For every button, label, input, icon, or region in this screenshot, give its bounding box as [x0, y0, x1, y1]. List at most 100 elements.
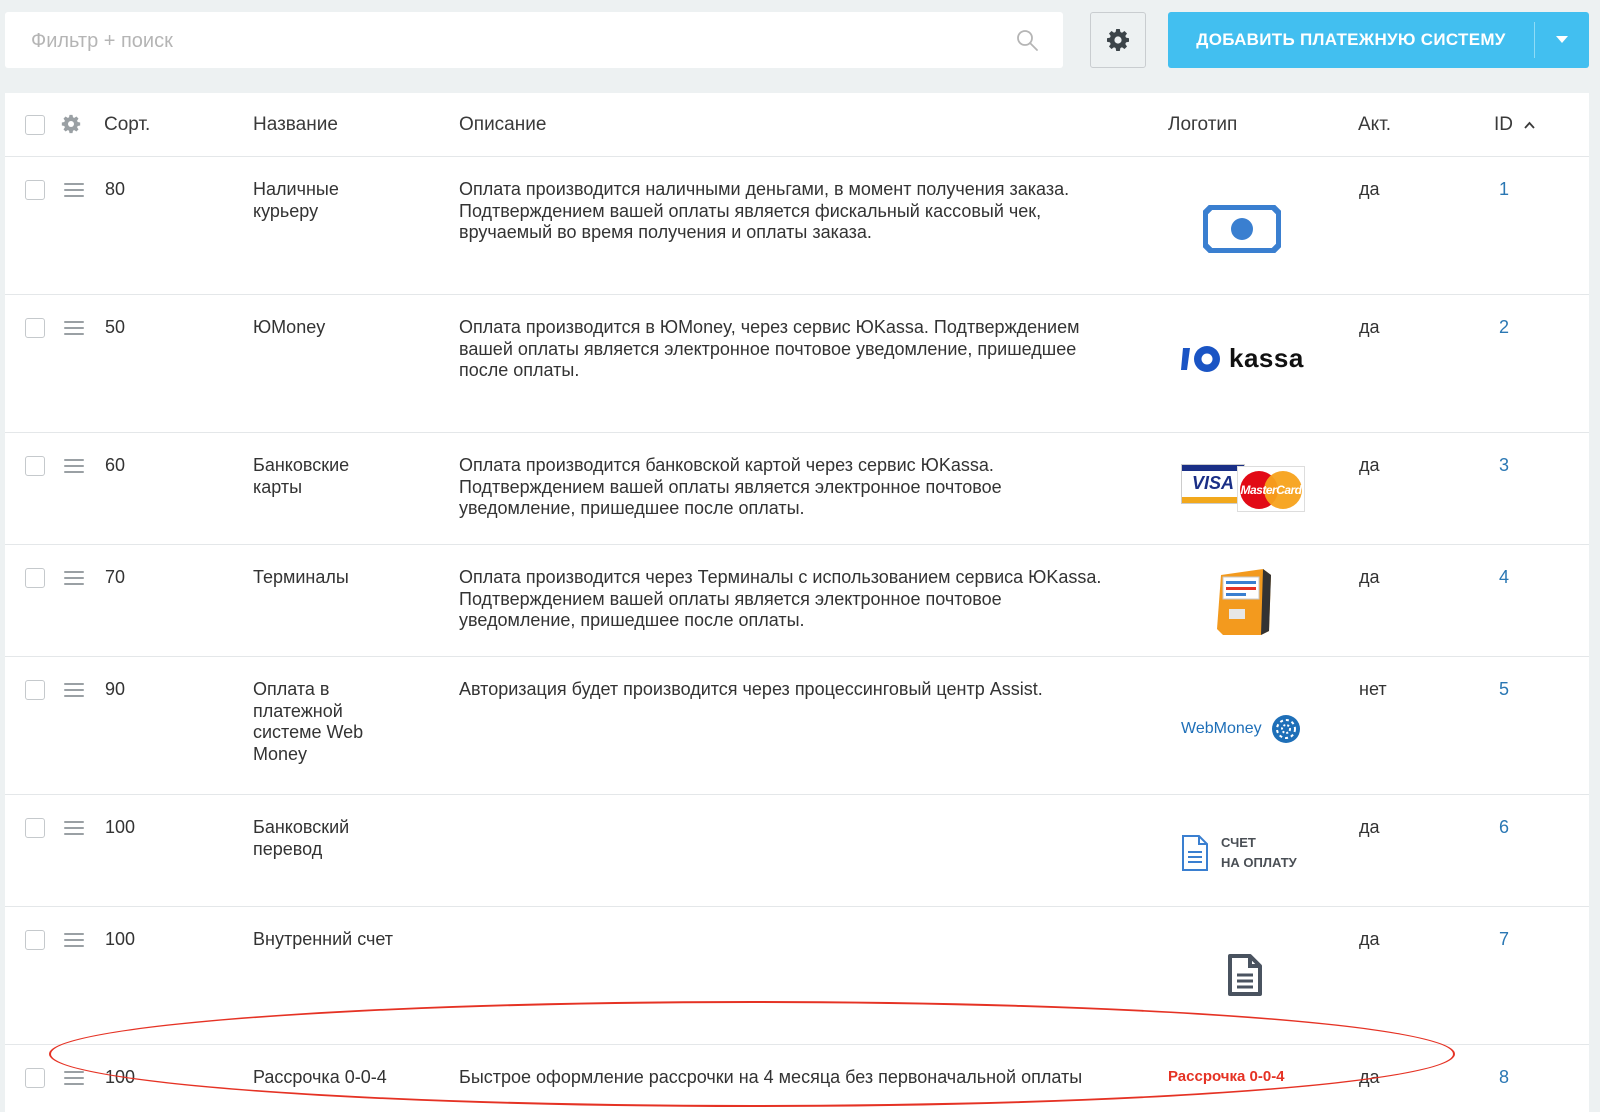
yoomoney-icon [1181, 345, 1220, 372]
column-header-id-label: ID [1494, 114, 1513, 135]
row-name: Рассрочка 0-0-4 [253, 1067, 387, 1087]
row-name: Оплата в платежной системе Web Money [253, 679, 364, 764]
terminal-icon [1217, 569, 1271, 635]
add-payment-system-button[interactable]: ДОБАВИТЬ ПЛАТЕЖНУЮ СИСТЕМУ [1168, 12, 1589, 68]
invoice-logo-line-2: НА ОПЛАТУ [1221, 855, 1297, 870]
row-sort: 100 [105, 817, 136, 837]
visa-text: VISA [1191, 473, 1234, 493]
row-id-link[interactable]: 7 [1499, 929, 1509, 951]
column-header-active[interactable]: Акт. [1358, 93, 1391, 157]
table-row[interactable]: 90 Оплата в платежной системе Web Money … [5, 657, 1589, 795]
row-description: Авторизация будет производится через про… [459, 679, 1043, 699]
row-id-link[interactable]: 8 [1499, 1067, 1509, 1089]
payment-systems-table: Сорт. Название Описание Логотип Акт. ID … [5, 93, 1589, 1112]
row-checkbox[interactable] [25, 180, 45, 200]
search-input[interactable] [29, 12, 993, 70]
row-description: Быстрое оформление рассрочки на 4 месяца… [459, 1067, 1083, 1087]
column-header-sort[interactable]: Сорт. [104, 93, 150, 157]
column-header-name[interactable]: Название [253, 93, 338, 157]
row-sort: 90 [105, 679, 126, 699]
yookassa-logo: kassa [1181, 343, 1304, 374]
column-header-description[interactable]: Описание [459, 93, 546, 157]
table-row[interactable]: 50 ЮMoney Оплата производится в ЮMoney, … [5, 295, 1589, 433]
row-id-link[interactable]: 1 [1499, 179, 1509, 201]
invoice-logo-line-1: СЧЕТ [1221, 835, 1256, 850]
row-active: да [1359, 817, 1380, 837]
row-sort: 100 [105, 929, 136, 949]
sort-ascending-icon [1524, 121, 1535, 129]
row-sort: 100 [105, 1067, 136, 1087]
webmoney-globe-icon [1271, 715, 1300, 743]
row-sort: 80 [105, 179, 126, 199]
row-description: Оплата производится в ЮMoney, через серв… [459, 317, 1080, 380]
drag-handle-icon[interactable] [64, 459, 84, 473]
table-row[interactable]: 60 Банковские карты Оплата производится … [5, 433, 1589, 545]
row-active: да [1359, 1067, 1380, 1087]
row-name: ЮMoney [253, 317, 326, 337]
row-description: Оплата производится через Терминалы с ис… [459, 567, 1102, 630]
table-row[interactable]: 80 Наличные курьеру Оплата производится … [5, 157, 1589, 295]
mastercard-text: MasterCard [1240, 483, 1302, 497]
row-checkbox[interactable] [25, 930, 45, 950]
row-name: Терминалы [253, 567, 349, 587]
table-header: Сорт. Название Описание Логотип Акт. ID [5, 93, 1589, 157]
drag-handle-icon[interactable] [64, 683, 84, 697]
visa-mastercard-logo: VISA MasterCard [1181, 458, 1307, 512]
row-checkbox[interactable] [25, 318, 45, 338]
webmoney-logo: WebMoney [1181, 713, 1302, 745]
row-description: Оплата производится наличными деньгами, … [459, 179, 1070, 242]
mastercard-card: MasterCard [1237, 466, 1305, 512]
row-active: да [1359, 179, 1380, 199]
drag-handle-icon[interactable] [64, 933, 84, 947]
row-id-link[interactable]: 6 [1499, 817, 1509, 839]
column-header-logo[interactable]: Логотип [1168, 93, 1237, 157]
drag-handle-icon[interactable] [64, 821, 84, 835]
webmoney-logo-text: WebMoney [1181, 720, 1262, 737]
table-row[interactable]: 100 Внутренний счет да 7 [5, 907, 1589, 1045]
row-active: да [1359, 317, 1380, 337]
drag-handle-icon[interactable] [64, 183, 84, 197]
search-field[interactable] [5, 12, 1063, 70]
row-id-link[interactable]: 5 [1499, 679, 1509, 701]
cash-icon [1203, 205, 1281, 253]
row-name: Наличные курьеру [253, 179, 339, 221]
table-row[interactable]: 100 Рассрочка 0-0-4 Быстрое оформление р… [5, 1045, 1589, 1112]
visa-card: VISA [1181, 464, 1245, 504]
row-active: да [1359, 567, 1380, 587]
drag-handle-icon[interactable] [64, 321, 84, 335]
row-checkbox[interactable] [25, 568, 45, 588]
column-header-id[interactable]: ID [1494, 93, 1535, 157]
search-icon[interactable] [1015, 28, 1039, 52]
row-id-link[interactable]: 3 [1499, 455, 1509, 477]
select-all-checkbox[interactable] [25, 115, 45, 135]
settings-button[interactable] [1090, 12, 1146, 68]
add-payment-system-label: ДОБАВИТЬ ПЛАТЕЖНУЮ СИСТЕМУ [1196, 30, 1506, 49]
drag-handle-icon[interactable] [64, 571, 84, 585]
row-checkbox[interactable] [25, 1068, 45, 1088]
installment-logo: Рассрочка 0-0-4 [1168, 1068, 1285, 1085]
row-checkbox[interactable] [25, 680, 45, 700]
row-active: да [1359, 455, 1380, 475]
table-row[interactable]: 100 Банковский перевод СЧЕТ НА ОПЛАТУ да… [5, 795, 1589, 907]
gear-icon [1107, 29, 1129, 51]
row-id-link[interactable]: 4 [1499, 567, 1509, 589]
dropdown-toggle[interactable] [1535, 36, 1589, 44]
chevron-down-icon [1556, 36, 1568, 43]
row-name: Внутренний счет [253, 929, 394, 949]
row-name: Банковский перевод [253, 817, 350, 859]
row-description: Оплата производится банковской картой че… [459, 455, 1002, 518]
document-icon [1228, 954, 1262, 996]
row-active: нет [1359, 679, 1387, 699]
row-sort: 70 [105, 567, 126, 587]
invoice-logo-text: СЧЕТ НА ОПЛАТУ [1221, 833, 1297, 873]
row-id-link[interactable]: 2 [1499, 317, 1509, 339]
table-row[interactable]: 70 Терминалы Оплата производится через Т… [5, 545, 1589, 657]
row-checkbox[interactable] [25, 818, 45, 838]
row-checkbox[interactable] [25, 456, 45, 476]
yookassa-logo-text: kassa [1229, 343, 1304, 373]
invoice-logo: СЧЕТ НА ОПЛАТУ [1181, 833, 1297, 873]
column-settings-gear-icon[interactable] [61, 114, 81, 134]
row-name: Банковские карты [253, 455, 350, 497]
drag-handle-icon[interactable] [64, 1071, 84, 1085]
row-sort: 50 [105, 317, 126, 337]
